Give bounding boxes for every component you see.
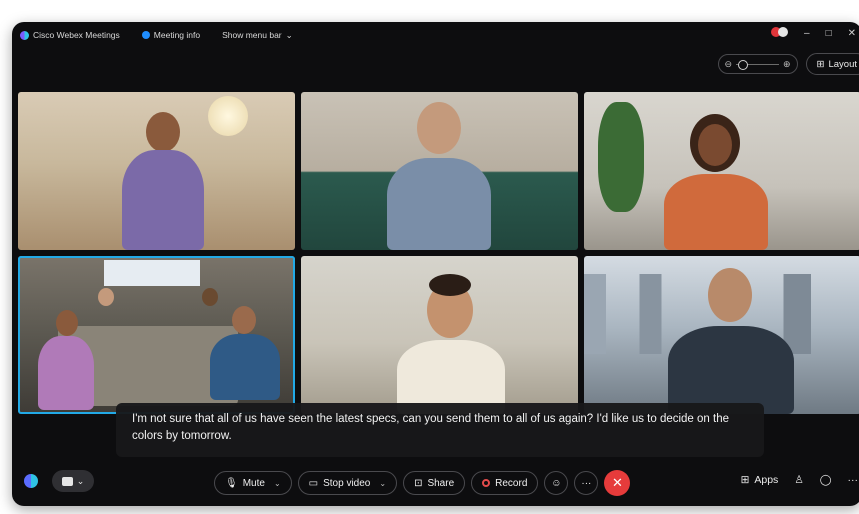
mute-button[interactable]: 🎙 Mute ⌄ [214, 471, 292, 495]
participant-body [668, 326, 794, 414]
webex-logo-icon [20, 30, 29, 40]
mute-label: Mute [242, 477, 265, 489]
top-right-controls: ⊖ ⊕ ⊞ Layout [717, 53, 859, 75]
webex-assistant-icon[interactable] [24, 474, 38, 488]
layout-button[interactable]: ⊞ Layout [805, 53, 859, 75]
minimize-button[interactable]: – [804, 28, 810, 39]
title-bar: Cisco Webex Meetings Meeting info Show m… [12, 22, 859, 48]
avatar [778, 27, 788, 37]
share-button[interactable]: ⊡ Share [403, 471, 466, 495]
reactions-button[interactable]: ☺ [544, 471, 569, 495]
apps-label: Apps [754, 474, 779, 486]
participant-body [38, 336, 94, 410]
smiley-icon: ☺ [551, 477, 562, 489]
participant-head [202, 288, 218, 306]
apps-grid-icon: ⊞ [740, 474, 750, 486]
window-controls: – □ ✕ [771, 27, 856, 40]
overflow-menu-icon[interactable]: ··· [848, 474, 859, 486]
app-name: Cisco Webex Meetings [33, 30, 120, 40]
chevron-down-icon: ⌄ [285, 29, 293, 40]
meeting-info-button[interactable]: Meeting info [141, 30, 201, 40]
record-icon [482, 479, 491, 487]
whiteboard-screen [104, 260, 200, 286]
zoom-knob[interactable] [738, 59, 749, 70]
zoom-track[interactable] [736, 59, 779, 70]
more-options-button[interactable]: ··· [574, 471, 599, 495]
zoom-in-icon[interactable]: ⊕ [783, 59, 791, 70]
video-tile[interactable] [301, 256, 578, 414]
zoom-out-icon[interactable]: ⊖ [725, 59, 733, 70]
closed-caption: I'm not sure that all of us have seen th… [116, 403, 764, 457]
video-tile[interactable] [301, 92, 578, 250]
participant-head [146, 112, 180, 152]
video-tile-active-speaker[interactable] [18, 256, 295, 414]
close-button[interactable]: ✕ [848, 28, 856, 39]
participant-face [698, 124, 732, 166]
participant-body [664, 174, 768, 250]
apps-button[interactable]: ⊞ Apps [741, 474, 779, 486]
record-label: Record [495, 477, 528, 489]
stop-video-label: Stop video [323, 477, 371, 489]
chevron-down-icon: ⌄ [76, 475, 85, 486]
participant-head [232, 306, 256, 334]
participant-head [417, 102, 461, 154]
ellipsis-icon: ··· [581, 477, 592, 489]
layout-grid-icon: ⊞ [816, 58, 825, 70]
video-tile[interactable] [584, 256, 859, 414]
video-camera-icon: ▭ [308, 477, 319, 489]
participant-hair [429, 274, 471, 296]
user-avatars[interactable] [771, 27, 788, 40]
participant-body [210, 334, 280, 400]
chat-icon[interactable]: ◯ [820, 474, 832, 486]
video-grid [18, 92, 859, 416]
participant-head [98, 288, 114, 306]
bottom-left-controls: ⌄ [24, 470, 94, 492]
participant-body [387, 158, 491, 250]
record-button[interactable]: Record [471, 471, 539, 495]
webex-window: Cisco Webex Meetings Meeting info Show m… [12, 22, 859, 506]
chevron-down-icon[interactable]: ⌄ [274, 479, 281, 488]
captions-icon [61, 476, 73, 486]
captions-button[interactable]: ⌄ [52, 470, 94, 492]
meeting-controls: 🎙 Mute ⌄ ▭ Stop video ⌄ ⊡ Share Record ☺ [214, 470, 631, 496]
plant-icon [598, 102, 644, 212]
microphone-icon: 🎙 [225, 477, 238, 489]
close-icon: ✕ [611, 475, 623, 490]
stop-video-button[interactable]: ▭ Stop video ⌄ [297, 471, 398, 495]
participants-icon[interactable]: ♙ [794, 474, 803, 486]
video-tile[interactable] [584, 92, 859, 250]
layout-label: Layout [828, 58, 857, 70]
meeting-info-label: Meeting info [153, 30, 201, 40]
video-tile[interactable] [18, 92, 295, 250]
info-icon [141, 31, 150, 39]
end-meeting-button[interactable]: ✕ [604, 470, 631, 496]
participant-body [122, 150, 204, 250]
chevron-down-icon[interactable]: ⌄ [379, 479, 386, 488]
maximize-button[interactable]: □ [826, 28, 832, 39]
bottom-control-bar: ⌄ 🎙 Mute ⌄ ▭ Stop video ⌄ ⊡ Share Record [12, 458, 859, 506]
participant-head [708, 268, 752, 322]
caption-text: I'm not sure that all of us have seen th… [132, 413, 730, 442]
show-menu-bar-label: Show menu bar [222, 30, 282, 40]
lamp-icon [208, 96, 248, 136]
bottom-right-controls: ⊞ Apps ♙ ◯ ··· [741, 474, 858, 486]
app-title: Cisco Webex Meetings [20, 30, 120, 40]
share-screen-icon: ⊡ [414, 477, 423, 489]
show-menu-bar-button[interactable]: Show menu bar ⌄ [222, 30, 293, 41]
participant-head [56, 310, 78, 336]
zoom-slider[interactable]: ⊖ ⊕ [717, 54, 798, 74]
share-label: Share [427, 477, 455, 489]
